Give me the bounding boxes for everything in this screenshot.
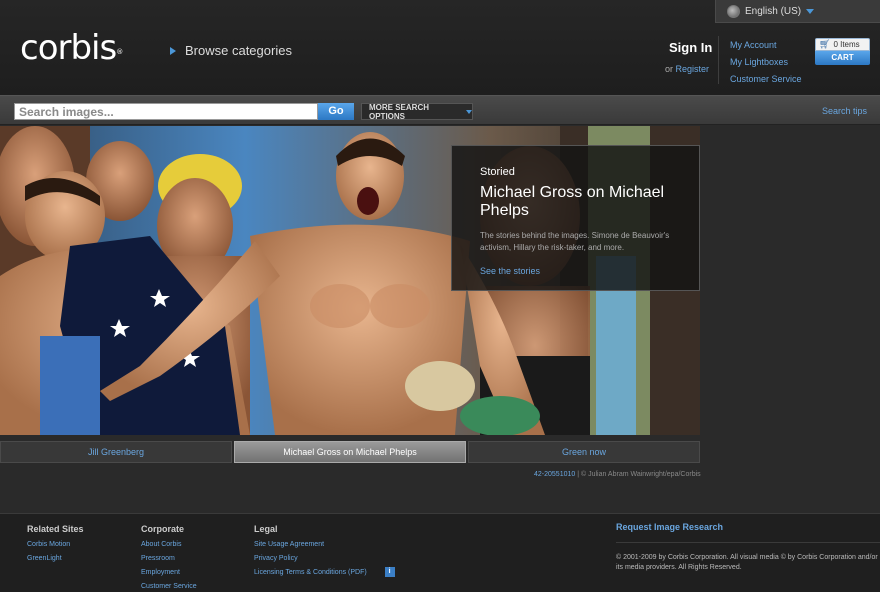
logo-registered-mark: ® xyxy=(116,48,124,56)
register-line: or Register xyxy=(665,64,709,74)
story-kicker: Storied xyxy=(480,166,515,178)
go-button[interactable]: Go xyxy=(318,103,354,120)
see-the-stories-link[interactable]: See the stories xyxy=(480,266,699,276)
my-account-link[interactable]: My Account xyxy=(730,37,802,54)
credit-text: | © Julian Abram Wainwright/epa/Corbis xyxy=(575,471,701,478)
chevron-down-icon xyxy=(466,109,472,114)
footer-related-sites: Related Sites Corbis Motion GreenLight xyxy=(27,522,84,566)
copyright-text: © 2001-2009 by Corbis Corporation. All v… xyxy=(616,554,878,571)
cart-count: 🛒︎ 0 Items xyxy=(815,38,870,51)
account-links: My Account My Lightboxes Customer Servic… xyxy=(730,37,802,88)
cart-items-label: 0 Items xyxy=(833,40,860,49)
hero-banner[interactable]: Storied Michael Gross on Michael Phelps … xyxy=(0,126,700,435)
divider xyxy=(616,542,880,543)
licensing-terms-row: Licensing Terms & Conditions (PDF) i xyxy=(254,566,395,580)
customer-service-link[interactable]: Customer Service xyxy=(730,71,802,88)
story-overlay: Storied Michael Gross on Michael Phelps … xyxy=(451,145,700,291)
footer: Related Sites Corbis Motion GreenLight C… xyxy=(0,513,880,592)
cart-label: CART xyxy=(815,51,870,65)
browse-categories-link[interactable]: Browse categories xyxy=(170,43,292,58)
licensing-terms-link[interactable]: Licensing Terms & Conditions (PDF) xyxy=(254,569,367,576)
search-input[interactable] xyxy=(14,103,318,120)
customer-service-link[interactable]: Customer Service xyxy=(141,580,197,592)
footer-corporate: Corporate About Corbis Pressroom Employm… xyxy=(141,522,197,592)
footer-legal: Legal Site Usage Agreement Privacy Polic… xyxy=(254,522,395,580)
browse-categories-label: Browse categories xyxy=(185,43,292,58)
divider xyxy=(718,36,719,84)
play-triangle-icon xyxy=(170,46,176,55)
right-panel xyxy=(700,126,880,435)
about-corbis-link[interactable]: About Corbis xyxy=(141,538,197,552)
pressroom-link[interactable]: Pressroom xyxy=(141,552,197,566)
globe-icon xyxy=(727,4,740,18)
tab-jill-greenberg[interactable]: Jill Greenberg xyxy=(0,441,232,463)
image-credit: 42-20551010 | © Julian Abram Wainwright/… xyxy=(534,471,701,478)
or-text: or xyxy=(665,64,674,74)
request-image-research-link[interactable]: Request Image Research xyxy=(616,522,723,532)
hero-tabs: Jill Greenberg Michael Gross on Michael … xyxy=(0,441,700,463)
story-title[interactable]: Michael Gross on Michael Phelps xyxy=(480,184,690,220)
language-selector[interactable]: English (US) xyxy=(715,0,880,23)
register-link[interactable]: Register xyxy=(676,64,710,74)
site-usage-agreement-link[interactable]: Site Usage Agreement xyxy=(254,538,395,552)
footer-heading: Corporate xyxy=(141,524,185,534)
cart-button[interactable]: 🛒︎ 0 Items CART xyxy=(815,38,870,66)
footer-heading: Related Sites xyxy=(27,524,84,534)
more-search-options-label: MORE SEARCH OPTIONS xyxy=(369,102,430,121)
greenlight-link[interactable]: GreenLight xyxy=(27,552,84,566)
privacy-policy-link[interactable]: Privacy Policy xyxy=(254,552,395,566)
footer-heading: Legal xyxy=(254,524,278,534)
corbis-motion-link[interactable]: Corbis Motion xyxy=(27,538,84,552)
search-tips-link[interactable]: Search tips xyxy=(822,106,867,116)
info-icon[interactable]: i xyxy=(384,567,395,578)
tab-michael-gross[interactable]: Michael Gross on Michael Phelps xyxy=(234,441,466,463)
chevron-down-icon xyxy=(806,8,815,14)
corbis-logo[interactable]: corbis® xyxy=(20,28,123,68)
logo-text: corbis xyxy=(20,28,117,68)
employment-link[interactable]: Employment xyxy=(141,566,197,580)
search-bar: Go MORE SEARCH OPTIONS Search tips xyxy=(0,95,880,125)
language-label: English (US) xyxy=(745,5,802,17)
header: English (US) corbis® Browse categories S… xyxy=(0,0,880,95)
sign-in-link[interactable]: Sign In xyxy=(669,40,712,55)
tab-green-now[interactable]: Green now xyxy=(468,441,700,463)
image-id-link[interactable]: 42-20551010 xyxy=(534,471,575,478)
more-search-options-dropdown[interactable]: MORE SEARCH OPTIONS xyxy=(361,102,473,121)
my-lightboxes-link[interactable]: My Lightboxes xyxy=(730,54,802,71)
story-description: The stories behind the images. Simone de… xyxy=(480,231,670,252)
cart-icon: 🛒︎ xyxy=(819,39,831,49)
